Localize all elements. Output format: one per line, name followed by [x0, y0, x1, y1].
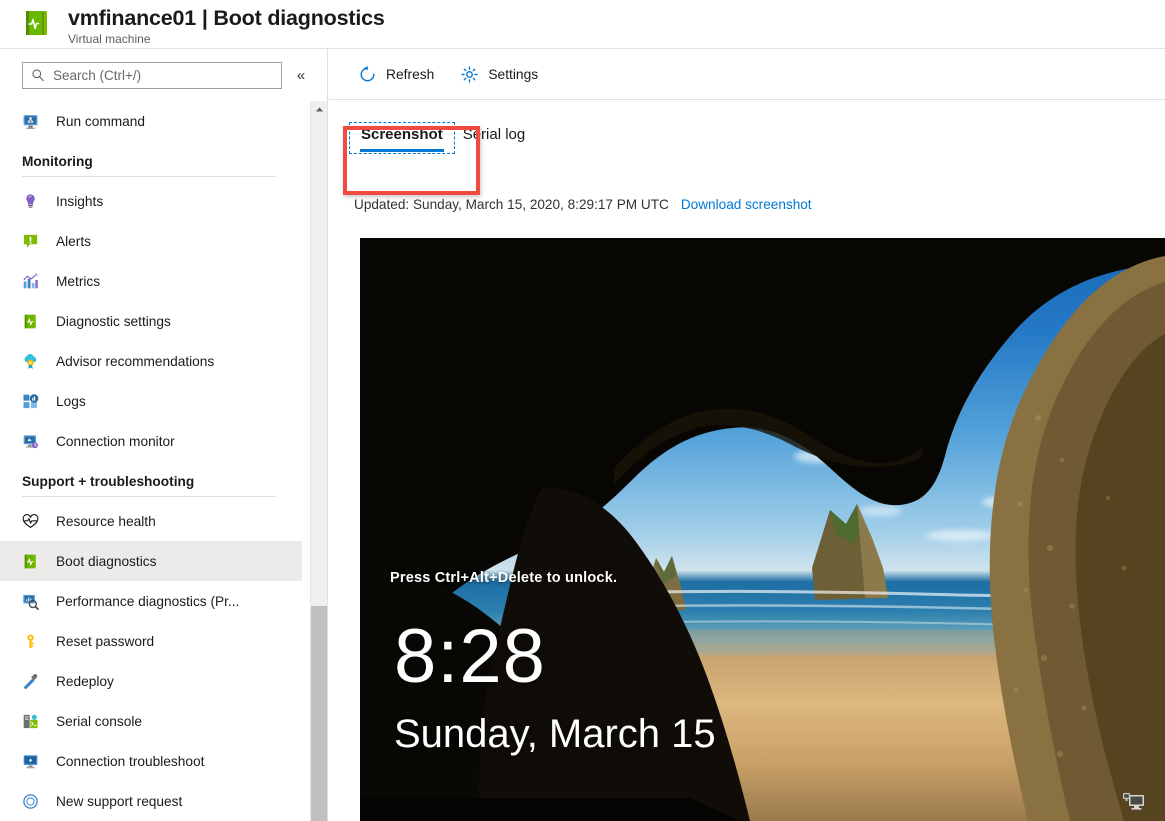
alerts-icon	[22, 233, 39, 250]
sidebar-item-label: Connection troubleshoot	[56, 753, 205, 769]
sidebar-item-insights[interactable]: Insights	[0, 181, 302, 221]
sidebar-group-title: Support + troubleshooting	[22, 474, 195, 489]
scroll-up-arrow-icon[interactable]	[311, 101, 327, 118]
page-title: vmfinance01 | Boot diagnostics	[68, 6, 385, 30]
page-header: vmfinance01 | Boot diagnostics Virtual m…	[0, 0, 1165, 49]
resource-health-icon	[22, 513, 39, 530]
sidebar-item-reset-password[interactable]: Reset password	[0, 621, 302, 661]
sidebar-item-label: Resource health	[56, 513, 156, 529]
sidebar-item-label: Reset password	[56, 633, 155, 649]
header-text-block: vmfinance01 | Boot diagnostics Virtual m…	[68, 5, 385, 47]
tab-list: Screenshot Serial log	[349, 122, 536, 154]
tab-active-underline	[360, 149, 444, 152]
boot-screenshot-image: Press Ctrl+Alt+Delete to unlock. 8:28 Su…	[360, 238, 1165, 821]
updated-timestamp: Updated: Sunday, March 15, 2020, 8:29:17…	[354, 197, 669, 212]
refresh-icon	[358, 65, 377, 84]
sidebar-item-alerts[interactable]: Alerts	[0, 221, 302, 261]
sidebar-group-monitoring: Monitoring	[0, 154, 302, 177]
sidebar-item-label: Redeploy	[56, 673, 114, 689]
screenshot-picture: Press Ctrl+Alt+Delete to unlock. 8:28 Su…	[360, 238, 1165, 821]
search-box[interactable]	[22, 61, 282, 89]
sidebar-item-label: Run command	[56, 113, 146, 129]
search-input[interactable]	[53, 67, 273, 83]
logs-icon	[22, 393, 39, 410]
tab-screenshot[interactable]: Screenshot	[349, 122, 455, 154]
sidebar-group-title: Monitoring	[22, 154, 93, 169]
boot-diagnostics-page: vmfinance01 | Boot diagnostics Virtual m…	[0, 0, 1165, 821]
sidebar-item-label: Logs	[56, 393, 86, 409]
collapse-sidebar-button[interactable]: «	[288, 62, 314, 88]
sidebar-item-label: Metrics	[56, 273, 101, 289]
boot-diagnostics-icon	[22, 553, 39, 570]
sidebar-item-diagnostic-settings[interactable]: Diagnostic settings	[0, 301, 302, 341]
sidebar-scroll-area: Run command Monitoring Insights Alerts Metri…	[0, 101, 328, 821]
lock-screen-overlay: Press Ctrl+Alt+Delete to unlock. 8:28 Su…	[360, 238, 1165, 821]
performance-diagnostics-icon	[22, 593, 39, 610]
settings-label: Settings	[488, 66, 539, 82]
run-command-icon	[22, 113, 39, 130]
sidebar-item-performance-diagnostics-pr[interactable]: Performance diagnostics (Pr...	[0, 581, 302, 621]
reset-password-icon	[22, 633, 39, 650]
serial-console-icon	[22, 713, 39, 730]
lock-press-text: Press Ctrl+Alt+Delete to unlock.	[390, 570, 618, 586]
connection-monitor-icon	[22, 433, 39, 450]
sidebar-item-connection-monitor[interactable]: Connection monitor	[0, 421, 302, 461]
sidebar-item-connection-troubleshoot[interactable]: Connection troubleshoot	[0, 741, 302, 781]
sidebar-item-label: Connection monitor	[56, 433, 175, 449]
sidebar-item-redeploy[interactable]: Redeploy	[0, 661, 302, 701]
lock-time: 8:28	[394, 614, 546, 699]
page-subtitle: Virtual machine	[68, 32, 151, 46]
sidebar-item-resource-health[interactable]: Resource health	[0, 501, 302, 541]
lock-date: Sunday, March 15	[394, 712, 716, 756]
sidebar: « Run command Monitoring Insights Alerts Met…	[0, 49, 328, 821]
sidebar-item-metrics[interactable]: Metrics	[0, 261, 302, 301]
tab-label: Serial log	[462, 126, 526, 143]
sidebar-item-run-command[interactable]: Run command	[0, 101, 302, 141]
command-toolbar: Refresh Settings	[329, 49, 1165, 100]
sidebar-search-row: «	[0, 49, 328, 101]
scrollbar-thumb[interactable]	[311, 606, 327, 821]
gear-icon	[460, 65, 479, 84]
sidebar-item-logs[interactable]: Logs	[0, 381, 302, 421]
sidebar-item-label: Insights	[56, 193, 104, 209]
updated-row: Updated: Sunday, March 15, 2020, 8:29:17…	[354, 197, 812, 212]
refresh-label: Refresh	[386, 66, 435, 82]
sidebar-item-label: New support request	[56, 793, 183, 809]
sidebar-item-label: Alerts	[56, 233, 91, 249]
vm-boot-diagnostics-icon	[22, 7, 54, 39]
diagnostic-settings-icon	[22, 313, 39, 330]
refresh-button[interactable]: Refresh	[350, 58, 442, 90]
sidebar-scrollbar[interactable]	[310, 101, 327, 821]
redeploy-icon	[22, 673, 39, 690]
advisor-icon	[22, 353, 39, 370]
sidebar-group-divider	[22, 176, 276, 177]
sidebar-item-label: Serial console	[56, 713, 142, 729]
sidebar-group-divider	[22, 496, 276, 497]
download-screenshot-link[interactable]: Download screenshot	[681, 197, 812, 212]
sidebar-item-serial-console[interactable]: Serial console	[0, 701, 302, 741]
network-monitor-icon	[1121, 790, 1147, 812]
tab-serial-log[interactable]: Serial log	[453, 124, 536, 152]
sidebar-item-label: Boot diagnostics	[56, 553, 157, 569]
settings-button[interactable]: Settings	[452, 58, 546, 90]
sidebar-item-label: Diagnostic settings	[56, 313, 171, 329]
sidebar-nav-list: Run command Monitoring Insights Alerts Metri…	[0, 101, 302, 821]
sidebar-item-label: Advisor recommendations	[56, 353, 215, 369]
sidebar-item-new-support-request[interactable]: New support request	[0, 781, 302, 821]
main-content: Refresh Settings Screenshot Serial log Up…	[329, 49, 1165, 821]
tab-label: Screenshot	[361, 126, 443, 143]
new-support-request-icon	[22, 793, 39, 810]
metrics-icon	[22, 272, 39, 290]
insights-icon	[22, 193, 39, 210]
sidebar-group-support-troubleshooting: Support + troubleshooting	[0, 474, 302, 497]
sidebar-item-boot-diagnostics[interactable]: Boot diagnostics	[0, 541, 302, 581]
sidebar-item-label: Performance diagnostics (Pr...	[56, 593, 240, 609]
search-icon	[31, 68, 45, 82]
connection-troubleshoot-icon	[22, 753, 39, 770]
sidebar-item-advisor-recommendations[interactable]: Advisor recommendations	[0, 341, 302, 381]
